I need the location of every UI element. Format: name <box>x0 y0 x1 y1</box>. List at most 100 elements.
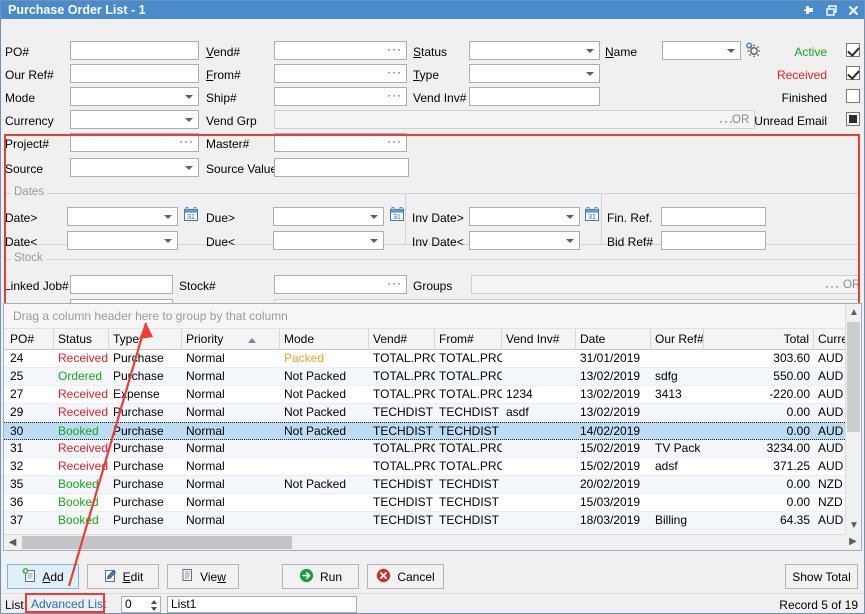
column-header-vend-inv[interactable]: Vend Inv# <box>502 329 576 350</box>
column-header-status[interactable]: Status <box>54 329 109 350</box>
horizontal-scroll-thumb[interactable] <box>22 536 292 549</box>
received-checkbox[interactable] <box>846 66 860 80</box>
vertical-scroll-thumb[interactable] <box>847 322 860 432</box>
vend-grp-input[interactable] <box>274 110 755 129</box>
scroll-down-icon[interactable]: ▼ <box>846 517 862 534</box>
table-row[interactable]: 29ReceivedPurchaseNormalNot PackedTECHDI… <box>4 404 861 422</box>
source-value-input[interactable] <box>274 158 409 177</box>
vend-inv-input[interactable] <box>469 87 600 106</box>
svg-text:31: 31 <box>187 214 195 221</box>
grid-body: 24ReceivedPurchaseNormalPackedTOTAL.PROM… <box>4 350 861 536</box>
po-number-input[interactable] <box>70 41 199 60</box>
column-header-vend[interactable]: Vend# <box>369 329 435 350</box>
finished-checkbox-label: Finished <box>687 91 827 105</box>
spinner-arrows-icon[interactable] <box>150 598 158 612</box>
due-from-select[interactable] <box>273 207 384 226</box>
table-row[interactable]: 27ReceivedExpenseNormalNot PackedTOTAL.P… <box>4 386 861 404</box>
scroll-up-icon[interactable]: ▲ <box>846 304 862 321</box>
run-button[interactable]: Run <box>282 564 359 589</box>
calendar-icon-date[interactable]: 31 <box>184 207 197 220</box>
list-index-value: 0 <box>125 597 132 611</box>
list-name-input[interactable]: List1 <box>167 596 357 613</box>
stock-group-title: Stock <box>11 252 46 264</box>
table-row[interactable]: 30BookedPurchaseNormalNot PackedTECHDIST… <box>4 422 861 440</box>
finished-checkbox[interactable] <box>846 89 860 103</box>
column-header-from[interactable]: From# <box>435 329 502 350</box>
table-row[interactable]: 35BookedPurchaseNormalNot PackedTECHDIST… <box>4 476 861 494</box>
unread-email-checkbox[interactable] <box>846 112 860 126</box>
fin-ref-input[interactable] <box>661 207 766 226</box>
cell-status: Booked <box>54 494 109 512</box>
table-row[interactable]: 37BookedPurchaseNormalTECHDISTTECHDIST18… <box>4 512 861 530</box>
column-header-total[interactable]: Total <box>704 329 814 350</box>
linked-job-input[interactable] <box>70 275 173 294</box>
cell-mode: Not Packed <box>280 476 369 494</box>
project-input[interactable] <box>70 133 199 152</box>
show-total-button[interactable]: Show Total <box>785 564 858 589</box>
group-by-band[interactable]: Drag a column header here to group by th… <box>4 304 861 329</box>
scroll-right-icon[interactable]: ▶ <box>845 534 861 550</box>
scroll-left-icon[interactable]: ◀ <box>4 535 21 551</box>
column-header-mode[interactable]: Mode <box>280 329 369 350</box>
cell-total: 371.25 <box>704 458 814 476</box>
table-row[interactable]: 24ReceivedPurchaseNormalPackedTOTAL.PROM… <box>4 350 861 368</box>
status-select[interactable] <box>469 41 600 60</box>
column-header-priority[interactable]: Priority <box>182 329 280 350</box>
close-icon[interactable] <box>847 4 860 17</box>
table-row[interactable]: 32ReceivedPurchaseNormalTOTAL.PROMTOTAL.… <box>4 458 861 476</box>
inv-date-from-select[interactable] <box>469 207 580 226</box>
calendar-icon-inv-date[interactable]: 31 <box>585 207 598 220</box>
column-header-type[interactable]: Type <box>109 329 182 350</box>
cell-date: 15/02/2019 <box>576 458 651 476</box>
column-header-our-ref[interactable]: Our Ref# <box>651 329 704 350</box>
restore-icon[interactable] <box>825 4 838 17</box>
groups-input[interactable] <box>471 275 860 294</box>
cell-priority: Normal <box>182 476 280 494</box>
cell-vendinv <box>502 350 576 368</box>
column-header-currency[interactable]: Currenc <box>814 329 849 350</box>
grid-horizontal-scrollbar[interactable]: ◀ <box>4 534 845 550</box>
view-button[interactable]: View <box>167 564 239 589</box>
source-select[interactable] <box>70 158 199 177</box>
column-header-date[interactable]: Date <box>576 329 651 350</box>
grid-vertical-scrollbar[interactable]: ▲ ▼ <box>845 304 861 534</box>
table-row[interactable]: 36BookedPurchaseNormalTECHDISTTECHDIST15… <box>4 494 861 512</box>
add-button[interactable]: Add <box>7 564 79 589</box>
table-row[interactable]: 25OrderedPurchaseNormalNot PackedTOTAL.P… <box>4 368 861 386</box>
edit-button[interactable]: Edit <box>87 564 159 589</box>
date-to-select[interactable] <box>67 231 178 250</box>
cell-total: 303.60 <box>704 350 814 368</box>
cell-po: 24 <box>6 350 54 368</box>
calendar-icon-due[interactable]: 31 <box>390 207 403 220</box>
list-index-spinner[interactable]: 0 <box>121 596 161 613</box>
pin-icon[interactable] <box>803 4 816 17</box>
vend-number-input[interactable] <box>274 41 407 60</box>
cell-vendinv <box>502 512 576 530</box>
cell-vend: TOTAL.PROM <box>369 368 435 386</box>
cell-mode <box>280 440 369 458</box>
mode-select[interactable] <box>70 87 199 106</box>
cell-vendinv: asdf <box>502 404 576 422</box>
active-checkbox[interactable] <box>846 43 860 57</box>
type-select[interactable] <box>469 64 600 83</box>
cell-currency: AUD <box>814 440 849 458</box>
date-from-select[interactable] <box>67 207 178 226</box>
master-number-input[interactable] <box>274 133 407 152</box>
table-row[interactable]: 31ReceivedPurchaseNormalTOTAL.PROMTOTAL.… <box>4 440 861 458</box>
cell-from: TOTAL.PROM <box>435 386 502 404</box>
column-header-po[interactable]: PO# <box>6 329 54 350</box>
purchase-order-grid[interactable]: Drag a column header here to group by th… <box>3 303 862 551</box>
ship-number-input[interactable] <box>274 87 407 106</box>
due-to-select[interactable] <box>273 231 384 250</box>
bid-ref-input[interactable] <box>661 231 766 250</box>
stock-number-input[interactable] <box>274 275 407 294</box>
cell-priority: Normal <box>182 458 280 476</box>
cell-currency: NZD <box>814 476 849 494</box>
cancel-button[interactable]: Cancel <box>367 564 444 589</box>
groups-ellipsis-icon[interactable]: ··· <box>825 279 840 293</box>
inv-date-to-select[interactable] <box>469 231 580 250</box>
currency-select[interactable] <box>70 110 199 129</box>
our-ref-input[interactable] <box>70 64 199 83</box>
edit-button-label: Edit <box>123 570 144 584</box>
from-number-input[interactable] <box>274 64 407 83</box>
